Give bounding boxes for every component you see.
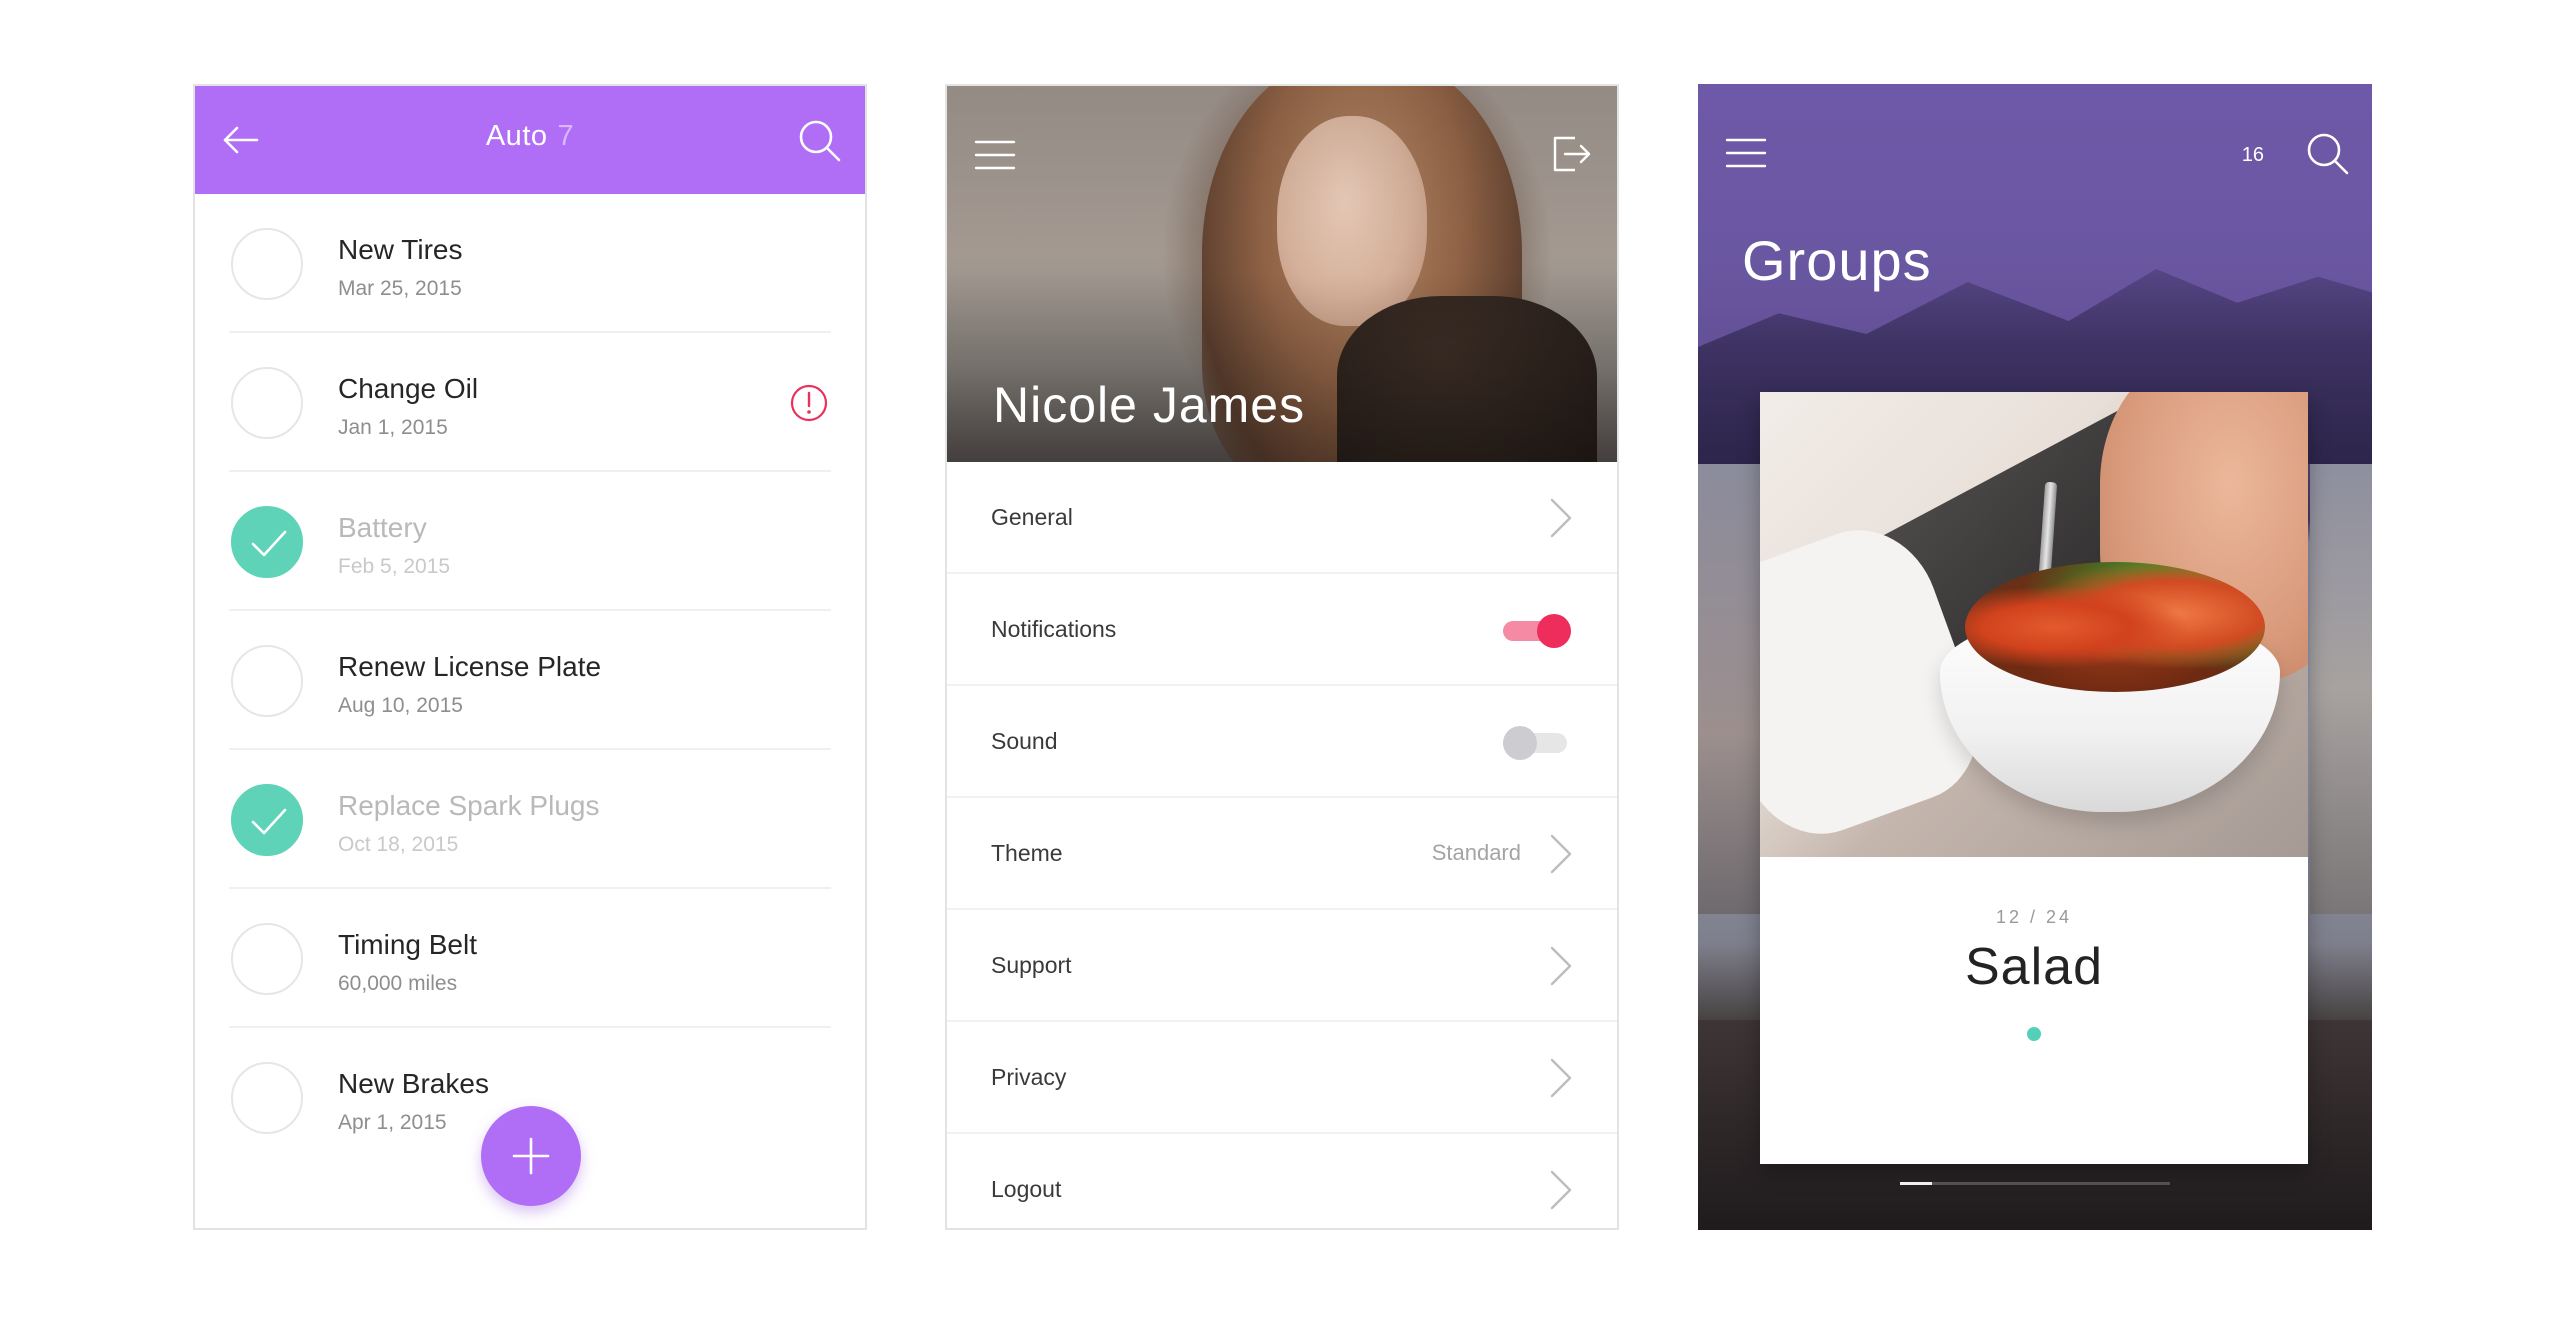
settings-row-sound[interactable]: Sound xyxy=(947,686,1617,798)
task-checkbox[interactable] xyxy=(231,1062,303,1134)
search-icon xyxy=(2307,133,2349,175)
chevron-right-icon xyxy=(1547,1168,1575,1212)
toggle-knob xyxy=(1503,726,1537,760)
settings-row-privacy[interactable]: Privacy xyxy=(947,1022,1617,1134)
task-name: New Brakes xyxy=(338,1068,489,1099)
hamburger-menu-icon xyxy=(1725,138,1767,168)
tasks-screen: Auto 7 New Tires Mar 25, 2015 Change Oil Jan… xyxy=(193,84,867,1230)
chevron-right-icon xyxy=(1547,832,1575,876)
logout-icon xyxy=(1553,136,1591,172)
task-name: Timing Belt xyxy=(338,929,478,960)
group-card-index: 12 / 24 xyxy=(1995,907,2073,927)
chevron-right-icon xyxy=(1547,944,1575,988)
exclamation-circle-icon xyxy=(790,384,828,422)
tasks-count: 7 xyxy=(557,120,575,152)
task-item[interactable]: Battery Feb 5, 2015 xyxy=(195,472,865,611)
group-card[interactable]: 12 / 24 Salad xyxy=(1760,392,2308,1164)
task-name: New Tires xyxy=(338,234,463,265)
task-name: Replace Spark Plugs xyxy=(338,790,600,821)
group-card-name: Salad xyxy=(1965,938,2103,996)
tasks-title: Auto 7 xyxy=(195,120,865,153)
plus-icon xyxy=(512,1137,550,1175)
task-checkbox[interactable] xyxy=(231,367,303,439)
task-checkbox[interactable] xyxy=(231,506,303,578)
group-card-photo-salad xyxy=(1965,562,2265,692)
task-checkbox[interactable] xyxy=(231,784,303,856)
tasks-title-text: Auto xyxy=(485,120,548,152)
settings-row-label: Privacy xyxy=(991,1064,1067,1090)
next-card-peek[interactable] xyxy=(2310,464,2372,914)
groups-screen: 16 Groups 12 / 24 Salad xyxy=(1698,84,2372,1230)
profile-name: Nicole James xyxy=(993,377,1306,433)
search-button[interactable] xyxy=(795,116,843,164)
tasks-header: Auto 7 xyxy=(195,86,865,194)
task-item[interactable]: Renew License Plate Aug 10, 2015 xyxy=(195,611,865,750)
task-item[interactable]: Replace Spark Plugs Oct 18, 2015 xyxy=(195,750,865,889)
menu-button[interactable] xyxy=(973,138,1017,172)
task-item[interactable]: Timing Belt 60,000 miles xyxy=(195,889,865,1028)
profile-header: Nicole James xyxy=(947,86,1617,462)
settings-row-label: Notifications xyxy=(991,616,1117,642)
hamburger-menu-icon xyxy=(974,140,1016,170)
add-task-button[interactable] xyxy=(481,1106,581,1206)
task-item[interactable]: Change Oil Jan 1, 2015 xyxy=(195,333,865,472)
toggle-knob xyxy=(1537,614,1571,648)
settings-list: General Notifications Sound Theme Standard Su… xyxy=(947,462,1617,1228)
settings-row-label: Support xyxy=(991,952,1072,978)
task-checkbox[interactable] xyxy=(231,645,303,717)
settings-row-label: Logout xyxy=(991,1176,1062,1202)
task-date: 60,000 miles xyxy=(338,972,458,995)
task-list: New Tires Mar 25, 2015 Change Oil Jan 1, 20… xyxy=(195,194,865,1167)
check-icon xyxy=(251,808,287,835)
task-date: Aug 10, 2015 xyxy=(338,694,463,717)
settings-row-label: Theme xyxy=(991,840,1063,866)
task-name: Battery xyxy=(338,512,427,543)
chevron-right-icon xyxy=(1547,496,1575,540)
task-date: Mar 25, 2015 xyxy=(338,277,462,300)
check-icon xyxy=(251,530,287,557)
task-checkbox[interactable] xyxy=(231,228,303,300)
groups-menu-button[interactable] xyxy=(1724,136,1768,170)
settings-row-general[interactable]: General xyxy=(947,462,1617,574)
logout-icon-button[interactable] xyxy=(1549,132,1593,176)
group-card-caption: 12 / 24 Salad xyxy=(1760,857,2308,1164)
task-name: Change Oil xyxy=(338,373,479,404)
task-name: Renew License Plate xyxy=(338,651,602,682)
settings-row-support[interactable]: Support xyxy=(947,910,1617,1022)
settings-screen: Nicole James General Notifications Sound Th… xyxy=(945,84,1619,1230)
settings-row-notifications[interactable]: Notifications xyxy=(947,574,1617,686)
task-date: Oct 18, 2015 xyxy=(338,833,459,856)
group-card-photo xyxy=(1760,392,2308,857)
prev-card-peek[interactable] xyxy=(1698,464,1760,914)
groups-count: 16 xyxy=(2241,144,2264,166)
task-alert-button[interactable] xyxy=(789,383,829,423)
task-item[interactable]: New Tires Mar 25, 2015 xyxy=(195,194,865,333)
toggle-switch[interactable] xyxy=(1503,614,1571,648)
settings-row-label: Sound xyxy=(991,728,1058,754)
chevron-right-icon xyxy=(1547,1056,1575,1100)
task-checkbox[interactable] xyxy=(231,923,303,995)
groups-search-button[interactable] xyxy=(2304,130,2350,176)
page-indicator-dot xyxy=(2027,1027,2041,1041)
carousel-progress-fill xyxy=(1900,1182,1933,1185)
groups-title: Groups xyxy=(1742,229,1932,292)
task-date: Feb 5, 2015 xyxy=(338,555,451,578)
settings-row-value: Standard xyxy=(1431,840,1521,865)
carousel-progress[interactable] xyxy=(1900,1182,2170,1185)
settings-row-theme[interactable]: Theme Standard xyxy=(947,798,1617,910)
search-icon xyxy=(799,120,841,162)
task-date: Jan 1, 2015 xyxy=(338,416,448,439)
toggle-switch[interactable] xyxy=(1503,726,1571,760)
settings-row-label: General xyxy=(991,504,1073,530)
settings-row-logout[interactable]: Logout xyxy=(947,1134,1617,1228)
task-date: Apr 1, 2015 xyxy=(338,1111,447,1134)
